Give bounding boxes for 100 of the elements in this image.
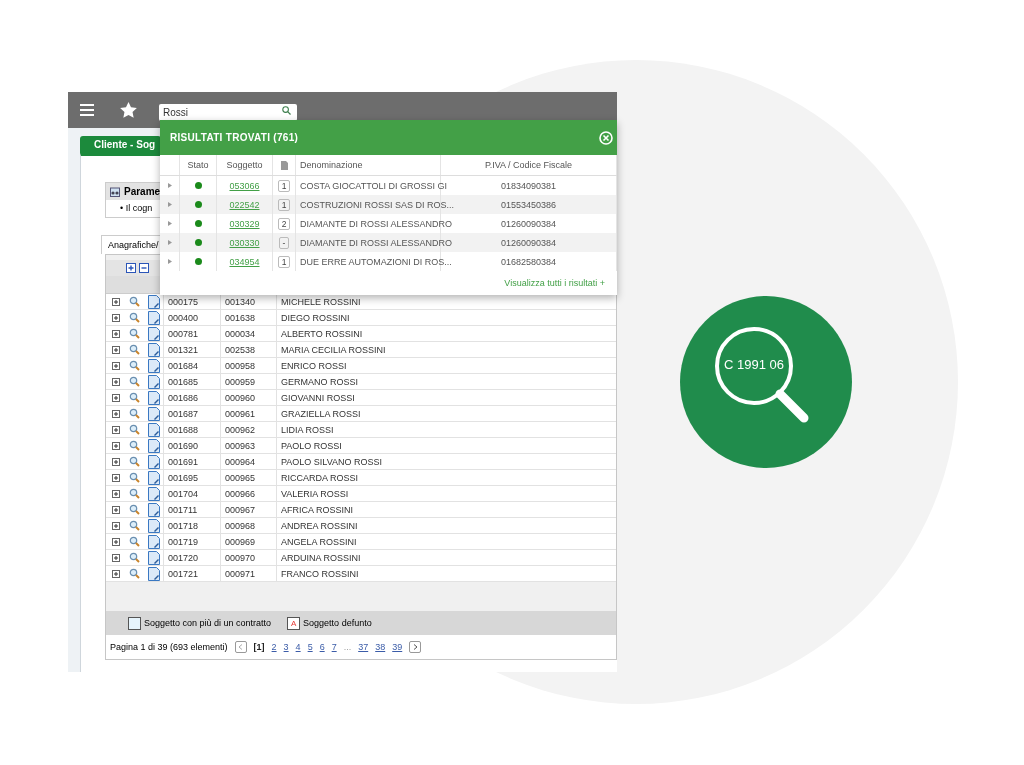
result-row[interactable]: 030329 2 DIAMANTE DI ROSSI ALESSANDRO 01260090384 xyxy=(160,214,617,233)
magnifier-icon[interactable] xyxy=(129,376,140,387)
grid-row[interactable]: 001686 000960 GIOVANNI ROSSI xyxy=(106,390,616,406)
subject-link[interactable]: 034954 xyxy=(229,256,260,267)
document-icon[interactable] xyxy=(147,534,160,549)
magnifier-icon[interactable] xyxy=(129,360,140,371)
grid-row[interactable]: 000781 000034 ALBERTO ROSSINI xyxy=(106,326,616,342)
expand-all-icon[interactable] xyxy=(126,263,136,273)
expand-icon[interactable] xyxy=(111,313,120,322)
grid-row[interactable]: 001690 000963 PAOLO ROSSI xyxy=(106,438,616,454)
document-icon[interactable] xyxy=(147,342,160,357)
grid-row[interactable]: 001691 000964 PAOLO SILVANO ROSSI xyxy=(106,454,616,470)
search-icon[interactable] xyxy=(282,105,291,115)
grid-row[interactable]: 001704 000966 VALERIA ROSSI xyxy=(106,486,616,502)
magnifier-icon[interactable] xyxy=(129,424,140,435)
expand-icon[interactable] xyxy=(111,505,120,514)
expand-icon[interactable] xyxy=(111,329,120,338)
document-icon[interactable] xyxy=(147,566,160,581)
expand-arrow-icon[interactable] xyxy=(167,202,172,207)
magnifier-icon[interactable] xyxy=(129,552,140,563)
menu-icon[interactable] xyxy=(80,104,94,116)
page-link[interactable]: 2 xyxy=(271,642,277,652)
document-icon[interactable] xyxy=(147,550,160,565)
expand-icon[interactable] xyxy=(111,361,120,370)
magnifier-icon[interactable] xyxy=(129,504,140,515)
expand-icon[interactable] xyxy=(111,425,120,434)
document-icon[interactable] xyxy=(147,422,160,437)
result-row[interactable]: 030330 - DIAMANTE DI ROSSI ALESSANDRO 01260090384 xyxy=(160,233,617,252)
document-icon[interactable] xyxy=(147,390,160,405)
page-link[interactable]: 39 xyxy=(392,642,403,652)
grid-row[interactable]: 001321 002538 MARIA CECILIA ROSSINI xyxy=(106,342,616,358)
magnifier-icon[interactable] xyxy=(129,296,140,307)
document-icon[interactable] xyxy=(147,406,160,421)
page-link[interactable]: 38 xyxy=(375,642,386,652)
document-icon[interactable] xyxy=(147,502,160,517)
expand-arrow-icon[interactable] xyxy=(167,183,172,188)
close-icon[interactable] xyxy=(599,130,613,145)
expand-icon[interactable] xyxy=(111,345,120,354)
page-link[interactable]: 5 xyxy=(307,642,313,652)
grid-row[interactable]: 001721 000971 FRANCO ROSSINI xyxy=(106,566,616,582)
expand-icon[interactable] xyxy=(111,521,120,530)
document-icon[interactable] xyxy=(147,326,160,341)
expand-icon[interactable] xyxy=(111,553,120,562)
grid-row[interactable]: 001711 000967 AFRICA ROSSINI xyxy=(106,502,616,518)
magnifier-icon[interactable] xyxy=(129,440,140,451)
page-link[interactable]: 6 xyxy=(319,642,325,652)
document-icon[interactable] xyxy=(147,294,160,309)
magnifier-icon[interactable] xyxy=(129,488,140,499)
expand-icon[interactable] xyxy=(111,489,120,498)
magnifier-icon[interactable] xyxy=(129,328,140,339)
document-icon[interactable] xyxy=(147,518,160,533)
magnifier-icon[interactable] xyxy=(129,472,140,483)
grid-row[interactable]: 001718 000968 ANDREA ROSSINI xyxy=(106,518,616,534)
magnifier-icon[interactable] xyxy=(129,408,140,419)
grid-row[interactable]: 001687 000961 GRAZIELLA ROSSI xyxy=(106,406,616,422)
magnifier-icon[interactable] xyxy=(129,520,140,531)
expand-icon[interactable] xyxy=(111,409,120,418)
page-link[interactable]: 4 xyxy=(295,642,301,652)
expand-arrow-icon[interactable] xyxy=(167,259,172,264)
page-link[interactable]: 3 xyxy=(283,642,289,652)
document-icon[interactable] xyxy=(147,470,160,485)
document-icon[interactable] xyxy=(147,486,160,501)
expand-arrow-icon[interactable] xyxy=(167,240,172,245)
document-icon[interactable] xyxy=(147,454,160,469)
magnifier-icon[interactable] xyxy=(129,392,140,403)
expand-icon[interactable] xyxy=(111,393,120,402)
document-icon[interactable] xyxy=(147,358,160,373)
result-row[interactable]: 034954 1 DUE ERRE AUTOMAZIONI DI ROS... 01682580384 xyxy=(160,252,617,271)
document-icon[interactable] xyxy=(147,310,160,325)
expand-icon[interactable] xyxy=(111,377,120,386)
document-icon[interactable] xyxy=(147,374,160,389)
grid-row[interactable]: 001688 000962 LIDIA ROSSI xyxy=(106,422,616,438)
subject-link[interactable]: 053066 xyxy=(229,180,260,191)
magnifier-icon[interactable] xyxy=(129,456,140,467)
page-link[interactable]: [1] xyxy=(253,642,265,652)
magnifier-icon[interactable] xyxy=(129,312,140,323)
magnifier-icon[interactable] xyxy=(129,536,140,547)
grid-row[interactable]: 000400 001638 DIEGO ROSSINI xyxy=(106,310,616,326)
result-row[interactable]: 053066 1 COSTA GIOCATTOLI DI GROSSI GI 01834090381 xyxy=(160,176,617,195)
previous-button[interactable] xyxy=(234,641,247,653)
expand-icon[interactable] xyxy=(111,457,120,466)
page-link[interactable]: 37 xyxy=(358,642,369,652)
next-button[interactable] xyxy=(409,641,422,653)
subject-link[interactable]: 030329 xyxy=(229,218,260,229)
expand-icon[interactable] xyxy=(111,441,120,450)
expand-icon[interactable] xyxy=(111,569,120,578)
expand-icon[interactable] xyxy=(111,297,120,306)
collapse-all-icon[interactable] xyxy=(139,263,149,273)
grid-row[interactable]: 001685 000959 GERMANO ROSSI xyxy=(106,374,616,390)
result-row[interactable]: 022542 1 COSTRUZIONI ROSSI SAS DI ROS... 01553450386 xyxy=(160,195,617,214)
grid-row[interactable]: 001684 000958 ENRICO ROSSI xyxy=(106,358,616,374)
star-icon[interactable] xyxy=(120,102,137,118)
expand-icon[interactable] xyxy=(111,537,120,546)
document-icon[interactable] xyxy=(147,438,160,453)
view-all-link[interactable]: Visualizza tutti i risultati + xyxy=(504,278,605,288)
magnifier-icon[interactable] xyxy=(129,568,140,579)
expand-icon[interactable] xyxy=(111,473,120,482)
expand-arrow-icon[interactable] xyxy=(167,221,172,226)
magnifier-icon[interactable] xyxy=(129,344,140,355)
window-tab[interactable]: Cliente - Sog xyxy=(80,136,162,153)
